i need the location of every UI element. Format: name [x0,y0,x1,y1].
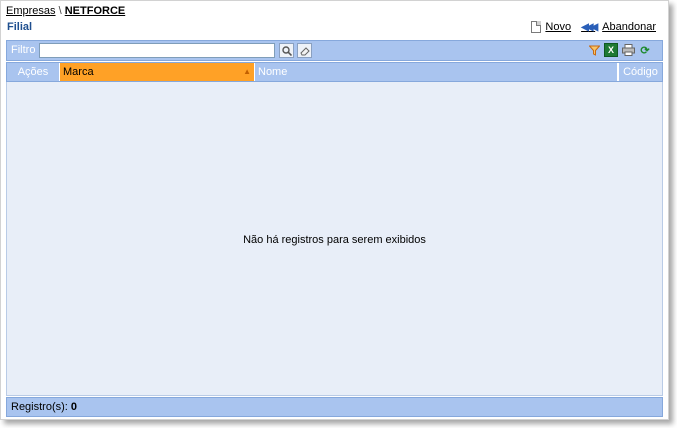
empty-message: Não há registros para serem exibidos [243,234,426,246]
top-actions: Novo ◀◀◀ Abandonar [531,21,656,33]
column-header-codigo[interactable]: Código [618,63,662,81]
excel-export-icon[interactable]: X [604,43,618,57]
rewind-back-icon: ◀◀◀ [581,21,598,33]
filter-input[interactable] [39,43,275,58]
status-bar: Registro(s): 0 [6,397,663,417]
page-frame: Empresas \ NETFORCE Filial Novo ◀◀◀ Aban… [0,0,669,420]
search-button[interactable] [279,43,294,58]
refresh-icon[interactable]: ⟳ [638,43,652,57]
grid-body: Não há registros para serem exibidos [6,82,663,396]
breadcrumb-empresas-link[interactable]: Empresas [6,5,56,17]
filter-label: Filtro [11,44,36,56]
search-icon [281,45,292,56]
sort-ascending-icon: ▲ [243,67,251,76]
breadcrumb: Empresas \ NETFORCE [6,5,125,17]
new-document-icon [531,21,542,33]
eraser-icon [299,46,310,55]
column-header-marca[interactable]: Marca ▲ [60,63,255,81]
record-count-value: 0 [70,401,78,413]
grid-header: Ações Marca ▲ Nome Código [6,62,663,82]
new-button-label: Novo [545,21,572,33]
page-title: Filial [7,21,33,33]
print-icon[interactable] [621,43,635,57]
column-header-marca-label: Marca [63,66,94,78]
new-button[interactable]: Novo [531,21,571,33]
filter-funnel-icon[interactable] [587,43,601,57]
breadcrumb-current[interactable]: NETFORCE [65,5,126,17]
breadcrumb-separator: \ [58,5,62,17]
filter-toolbar: Filtro X ⟳ [6,40,663,61]
column-header-nome[interactable]: Nome [255,63,618,81]
record-count-label: Registro(s): [11,401,68,413]
column-header-acoes[interactable]: Ações [7,63,60,81]
clear-filter-button[interactable] [297,43,312,58]
abandon-button[interactable]: ◀◀◀ Abandonar [581,21,656,33]
abandon-button-label: Abandonar [602,21,656,33]
